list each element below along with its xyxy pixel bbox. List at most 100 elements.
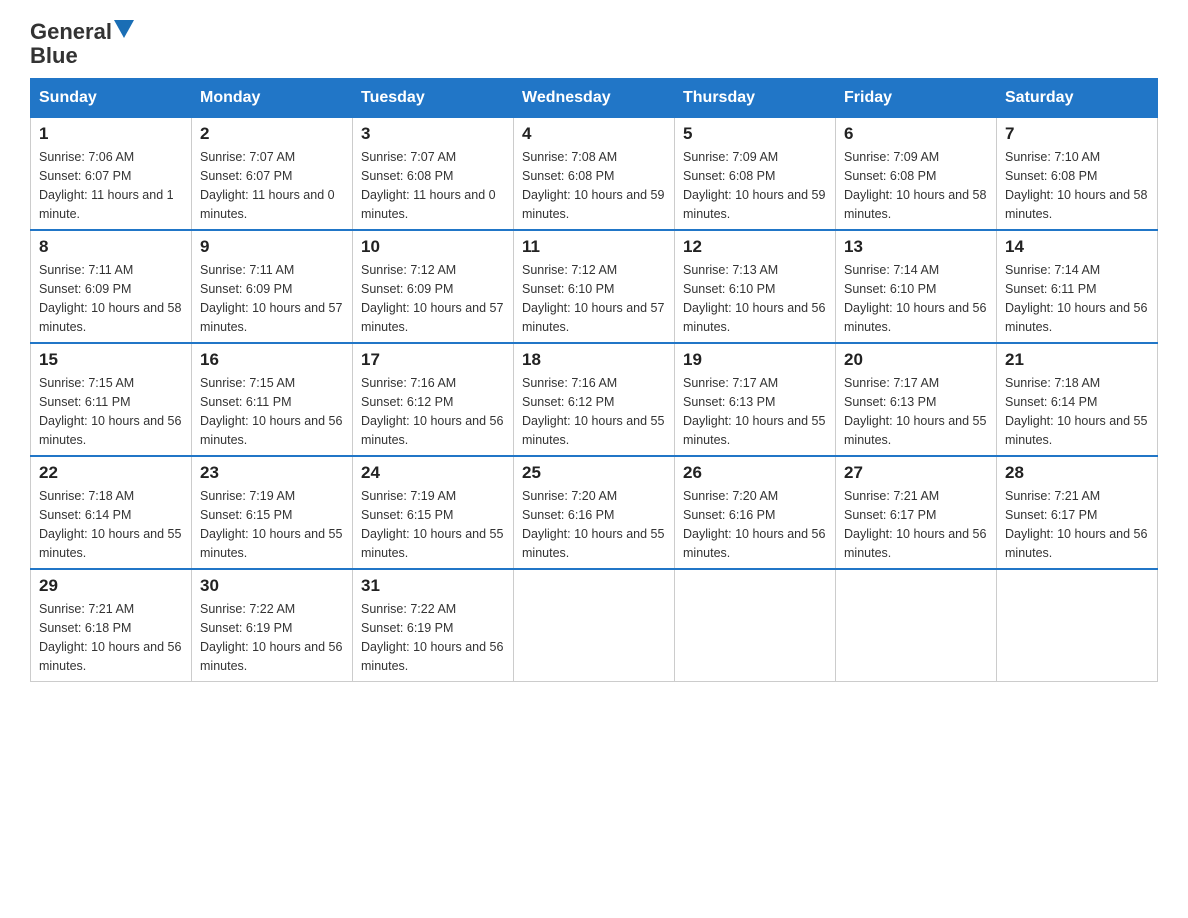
logo: General Blue [30,20,134,68]
day-info: Sunrise: 7:11 AMSunset: 6:09 PMDaylight:… [39,261,183,336]
header-wednesday: Wednesday [514,79,675,118]
day-info: Sunrise: 7:13 AMSunset: 6:10 PMDaylight:… [683,261,827,336]
day-number: 27 [844,463,988,483]
day-number: 26 [683,463,827,483]
day-number: 8 [39,237,183,257]
calendar-cell: 17 Sunrise: 7:16 AMSunset: 6:12 PMDayligh… [353,343,514,456]
day-number: 9 [200,237,344,257]
calendar-cell: 2 Sunrise: 7:07 AMSunset: 6:07 PMDaylight… [192,118,353,231]
calendar-cell: 16Sunrise: 7:15 AMSunset: 6:11 PMDayligh… [192,343,353,456]
day-number: 7 [1005,124,1149,144]
day-info: Sunrise: 7:21 AMSunset: 6:18 PMDaylight:… [39,600,183,675]
logo-blue: Blue [30,44,78,68]
calendar-cell: 27 Sunrise: 7:21 AMSunset: 6:17 PMDayligh… [836,456,997,569]
day-number: 5 [683,124,827,144]
day-info: Sunrise: 7:09 AMSunset: 6:08 PMDaylight:… [844,148,988,223]
day-info: Sunrise: 7:16 AMSunset: 6:12 PMDaylight:… [361,374,505,449]
day-info: Sunrise: 7:16 AMSunset: 6:12 PMDaylight:… [522,374,666,449]
calendar-cell: 14 Sunrise: 7:14 AMSunset: 6:11 PMDayligh… [997,230,1158,343]
day-number: 15 [39,350,183,370]
day-info: Sunrise: 7:21 AMSunset: 6:17 PMDaylight:… [1005,487,1149,562]
calendar-cell: 23 Sunrise: 7:19 AMSunset: 6:15 PMDayligh… [192,456,353,569]
calendar-cell: 7Sunrise: 7:10 AMSunset: 6:08 PMDaylight… [997,118,1158,231]
day-number: 29 [39,576,183,596]
calendar-cell: 29 Sunrise: 7:21 AMSunset: 6:18 PMDayligh… [31,569,192,682]
day-info: Sunrise: 7:22 AMSunset: 6:19 PMDaylight:… [200,600,344,675]
day-info: Sunrise: 7:11 AMSunset: 6:09 PMDaylight:… [200,261,344,336]
day-number: 11 [522,237,666,257]
day-info: Sunrise: 7:08 AMSunset: 6:08 PMDaylight:… [522,148,666,223]
calendar-cell: 24 Sunrise: 7:19 AMSunset: 6:15 PMDayligh… [353,456,514,569]
day-info: Sunrise: 7:21 AMSunset: 6:17 PMDaylight:… [844,487,988,562]
calendar-cell: 9 Sunrise: 7:11 AMSunset: 6:09 PMDaylight… [192,230,353,343]
day-info: Sunrise: 7:18 AMSunset: 6:14 PMDaylight:… [1005,374,1149,449]
day-info: Sunrise: 7:14 AMSunset: 6:11 PMDaylight:… [1005,261,1149,336]
day-number: 16 [200,350,344,370]
calendar-cell [675,569,836,682]
calendar-cell [836,569,997,682]
calendar-cell: 21 Sunrise: 7:18 AMSunset: 6:14 PMDayligh… [997,343,1158,456]
calendar-cell: 1Sunrise: 7:06 AMSunset: 6:07 PMDaylight… [31,118,192,231]
day-info: Sunrise: 7:19 AMSunset: 6:15 PMDaylight:… [200,487,344,562]
calendar-cell: 12 Sunrise: 7:13 AMSunset: 6:10 PMDayligh… [675,230,836,343]
day-info: Sunrise: 7:17 AMSunset: 6:13 PMDaylight:… [683,374,827,449]
day-number: 10 [361,237,505,257]
header-monday: Monday [192,79,353,118]
day-number: 6 [844,124,988,144]
day-number: 3 [361,124,505,144]
day-number: 18 [522,350,666,370]
calendar-week-row: 22Sunrise: 7:18 AMSunset: 6:14 PMDayligh… [31,456,1158,569]
calendar-cell: 20Sunrise: 7:17 AMSunset: 6:13 PMDayligh… [836,343,997,456]
day-number: 2 [200,124,344,144]
day-number: 13 [844,237,988,257]
day-info: Sunrise: 7:20 AMSunset: 6:16 PMDaylight:… [683,487,827,562]
calendar-cell: 30 Sunrise: 7:22 AMSunset: 6:19 PMDayligh… [192,569,353,682]
calendar-cell [997,569,1158,682]
calendar-cell: 10 Sunrise: 7:12 AMSunset: 6:09 PMDayligh… [353,230,514,343]
day-number: 14 [1005,237,1149,257]
calendar-cell: 6 Sunrise: 7:09 AMSunset: 6:08 PMDaylight… [836,118,997,231]
day-info: Sunrise: 7:22 AMSunset: 6:19 PMDaylight:… [361,600,505,675]
calendar-cell: 22Sunrise: 7:18 AMSunset: 6:14 PMDayligh… [31,456,192,569]
day-info: Sunrise: 7:07 AMSunset: 6:07 PMDaylight:… [200,148,344,223]
calendar-cell: 3 Sunrise: 7:07 AMSunset: 6:08 PMDaylight… [353,118,514,231]
calendar-week-row: 15 Sunrise: 7:15 AMSunset: 6:11 PMDayligh… [31,343,1158,456]
day-number: 1 [39,124,183,144]
calendar-cell [514,569,675,682]
header-thursday: Thursday [675,79,836,118]
day-info: Sunrise: 7:09 AMSunset: 6:08 PMDaylight:… [683,148,827,223]
day-number: 19 [683,350,827,370]
calendar-cell: 5 Sunrise: 7:09 AMSunset: 6:08 PMDaylight… [675,118,836,231]
calendar-table: SundayMondayTuesdayWednesdayThursdayFrid… [30,78,1158,682]
day-number: 31 [361,576,505,596]
calendar-cell: 18 Sunrise: 7:16 AMSunset: 6:12 PMDayligh… [514,343,675,456]
day-number: 30 [200,576,344,596]
header-saturday: Saturday [997,79,1158,118]
day-number: 12 [683,237,827,257]
calendar-header-row: SundayMondayTuesdayWednesdayThursdayFrid… [31,79,1158,118]
day-number: 24 [361,463,505,483]
calendar-cell: 26 Sunrise: 7:20 AMSunset: 6:16 PMDayligh… [675,456,836,569]
calendar-cell: 11 Sunrise: 7:12 AMSunset: 6:10 PMDayligh… [514,230,675,343]
day-number: 4 [522,124,666,144]
calendar-week-row: 29 Sunrise: 7:21 AMSunset: 6:18 PMDayligh… [31,569,1158,682]
header-friday: Friday [836,79,997,118]
calendar-cell: 28Sunrise: 7:21 AMSunset: 6:17 PMDayligh… [997,456,1158,569]
day-info: Sunrise: 7:20 AMSunset: 6:16 PMDaylight:… [522,487,666,562]
day-info: Sunrise: 7:19 AMSunset: 6:15 PMDaylight:… [361,487,505,562]
day-number: 21 [1005,350,1149,370]
day-info: Sunrise: 7:07 AMSunset: 6:08 PMDaylight:… [361,148,505,223]
calendar-cell: 19 Sunrise: 7:17 AMSunset: 6:13 PMDayligh… [675,343,836,456]
day-number: 23 [200,463,344,483]
calendar-cell: 15 Sunrise: 7:15 AMSunset: 6:11 PMDayligh… [31,343,192,456]
day-info: Sunrise: 7:15 AMSunset: 6:11 PMDaylight:… [39,374,183,449]
day-info: Sunrise: 7:12 AMSunset: 6:10 PMDaylight:… [522,261,666,336]
day-info: Sunrise: 7:17 AMSunset: 6:13 PMDaylight:… [844,374,988,449]
day-number: 17 [361,350,505,370]
calendar-cell: 4 Sunrise: 7:08 AMSunset: 6:08 PMDaylight… [514,118,675,231]
logo-general: General [30,20,112,44]
calendar-cell: 8 Sunrise: 7:11 AMSunset: 6:09 PMDaylight… [31,230,192,343]
header-tuesday: Tuesday [353,79,514,118]
day-info: Sunrise: 7:14 AMSunset: 6:10 PMDaylight:… [844,261,988,336]
day-info: Sunrise: 7:12 AMSunset: 6:09 PMDaylight:… [361,261,505,336]
